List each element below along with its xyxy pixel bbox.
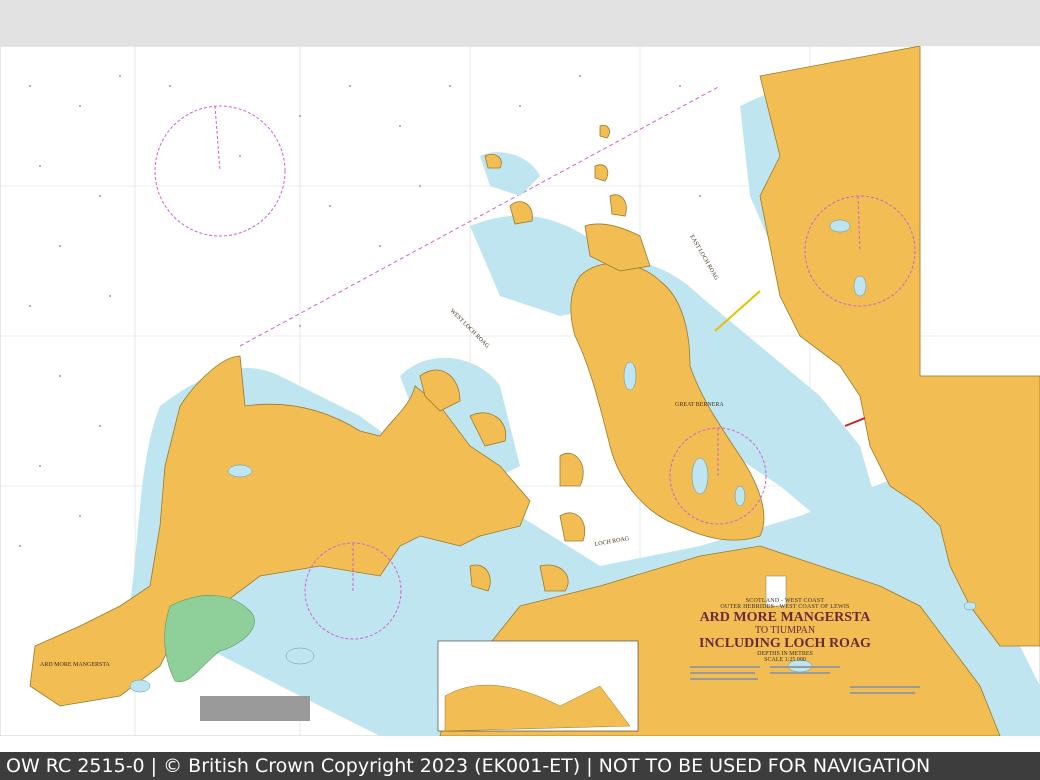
label-great-bernera: GREAT BERNERA: [675, 402, 724, 408]
chart-title-block: SCOTLAND - WEST COAST OUTER HEBRIDES - W…: [660, 598, 910, 663]
chart-scale: SCALE 1:25 000: [764, 657, 806, 663]
chart-title-line1: ARD MORE MANGERSTA: [699, 610, 871, 625]
viewer-top-bar: [0, 0, 1040, 46]
label-ard-more-mangersta: ARD MORE MANGERSTA: [40, 662, 111, 668]
copyright-footer: OW RC 2515-0 | © British Crown Copyright…: [0, 752, 1040, 780]
chart-title-line2: TO TIUMPAN: [754, 625, 816, 636]
chart-title-line3: INCLUDING LOCH ROAG: [699, 636, 871, 651]
